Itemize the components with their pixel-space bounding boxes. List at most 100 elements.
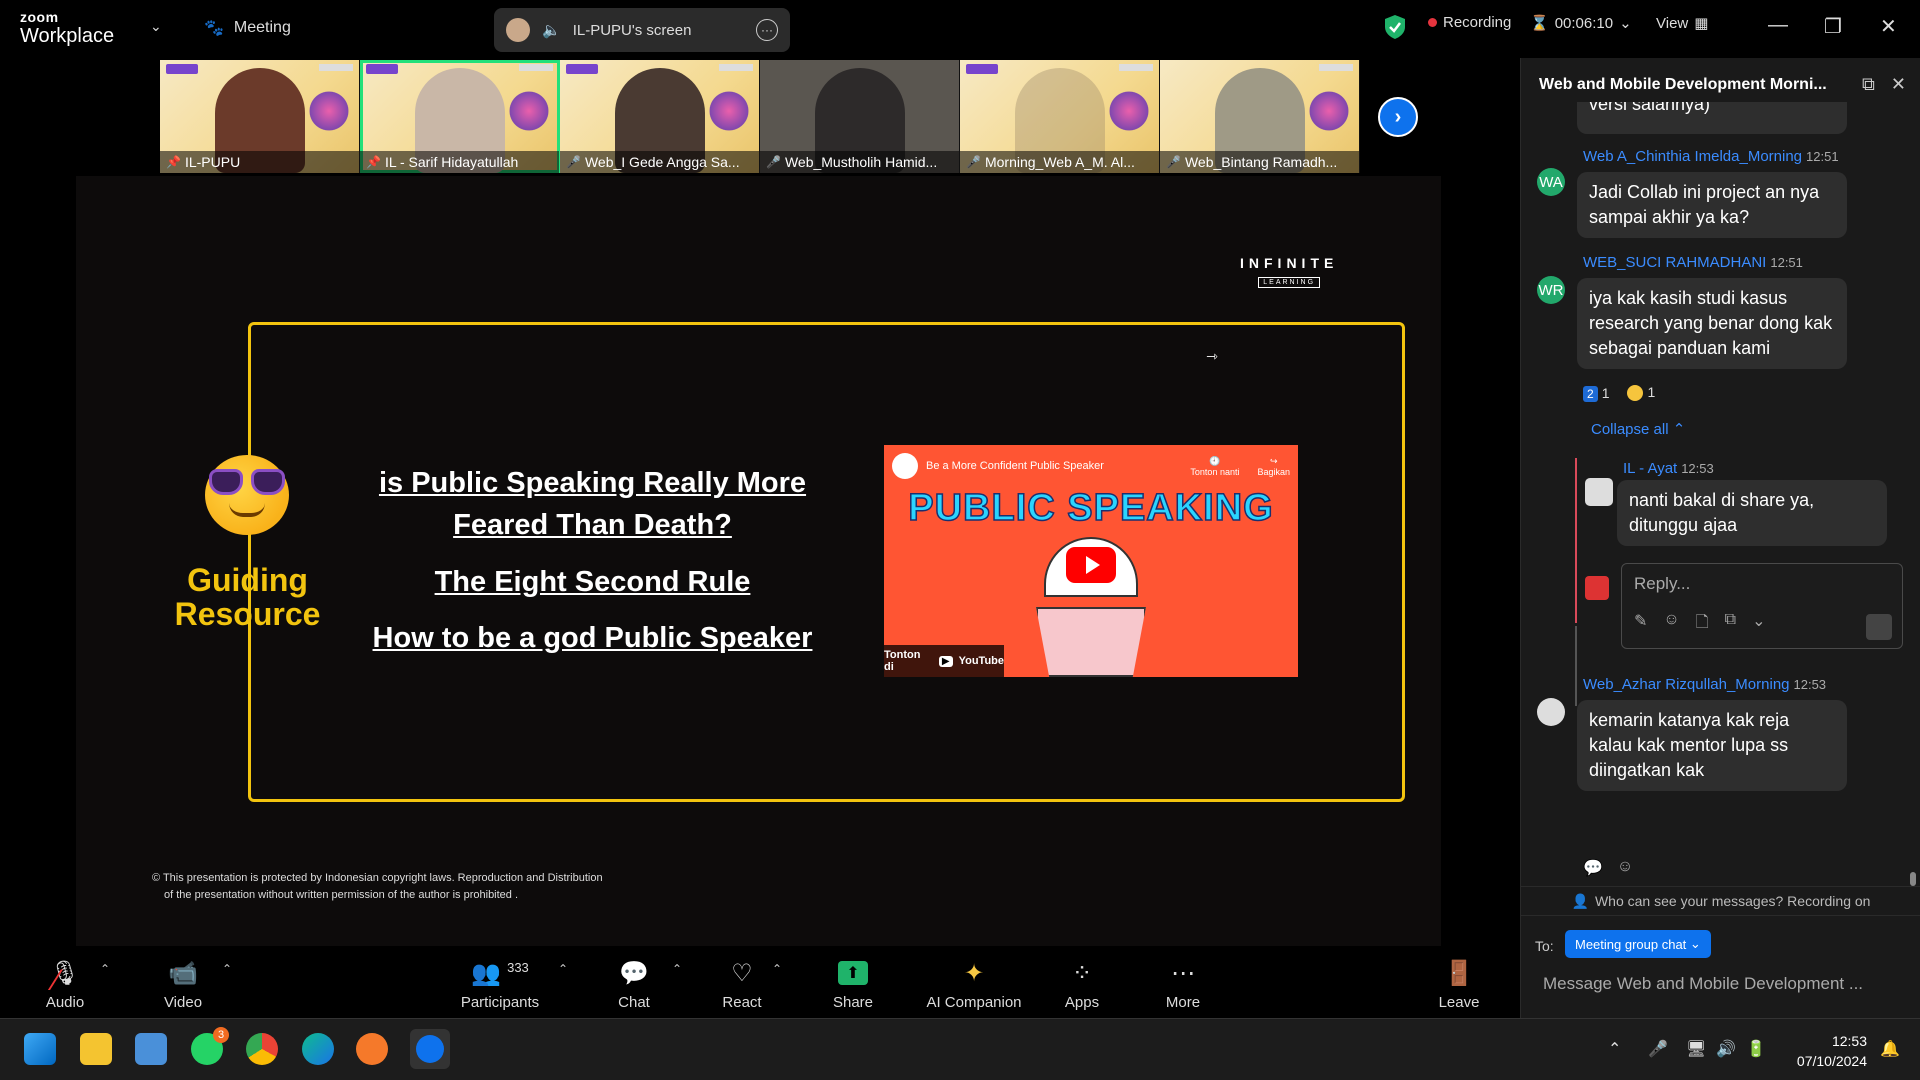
more-options-icon[interactable]: ···	[756, 19, 778, 41]
view-menu[interactable]: View ▦	[1656, 14, 1708, 33]
sender-name[interactable]: IL - Ayat 12:53	[1623, 460, 1714, 477]
slide-link-2[interactable]: The Eight Second Rule	[370, 566, 815, 599]
react-button[interactable]: ♡ React	[720, 956, 764, 1012]
avatar	[1585, 478, 1613, 506]
sunglasses-emoji-icon	[205, 455, 289, 535]
share-video-button[interactable]: ↪ Bagikan	[1257, 456, 1290, 477]
message-input[interactable]: Message Web and Mobile Development ...	[1543, 974, 1903, 994]
chevron-down-icon[interactable]: ⌄	[150, 18, 162, 35]
watch-later-label: Tonton nanti	[1190, 466, 1240, 477]
volume-icon[interactable]: 🔊	[1716, 1039, 1736, 1059]
chevron-down-icon[interactable]: ⌄	[1752, 611, 1765, 638]
meeting-menu[interactable]: 🐾 Meeting	[204, 18, 291, 38]
apps-button[interactable]: ⁘ Apps	[1062, 956, 1102, 1012]
reaction-chip[interactable]: 1	[1627, 384, 1655, 402]
youtube-embed[interactable]: Be a More Confident Public Speaker 🕘 Tont…	[884, 445, 1298, 677]
participants-button[interactable]: 👥 333 Participants	[455, 956, 545, 1012]
name-text: IL - Sarif Hidayatullah	[384, 154, 519, 170]
people-icon: 👥	[471, 959, 502, 987]
chevron-up-icon[interactable]: ⌃	[100, 962, 110, 976]
watch-on-youtube[interactable]: Tonton di ▶ YouTube	[884, 645, 1004, 677]
participant-tile[interactable]: 🎤 Morning_Web A_M. Al...	[960, 60, 1160, 173]
gallery-next-button[interactable]: ›	[1378, 97, 1418, 137]
chat-message-bubble: iya kak kasih studi kasus research yang …	[1577, 278, 1847, 369]
more-button[interactable]: ⋯ More	[1162, 956, 1204, 1012]
format-icon[interactable]: ✎	[1634, 611, 1647, 638]
meeting-toolbar: 🎙 ⁄ Audio ⌃ 📹 Video ⌃ 👥 333 Participants ⌃…	[0, 946, 1520, 1018]
ai-companion-button[interactable]: ✦ AI Companion	[922, 956, 1026, 1012]
cursor-arrow-icon: ⇾	[1206, 348, 1218, 364]
file-explorer-icon[interactable]	[80, 1033, 112, 1065]
recording-indicator[interactable]: Recording	[1428, 14, 1511, 31]
file-icon[interactable]: 🗋	[1696, 611, 1709, 638]
recording-notice[interactable]: 👤 Who can see your messages? Recording o…	[1521, 886, 1920, 916]
sender-name[interactable]: Web A_Chinthia Imelda_Morning 12:51	[1583, 148, 1839, 165]
reply-box[interactable]: Reply... ✎ ☺ 🗋 ⧉ ⌄	[1621, 563, 1903, 649]
photos-app-icon[interactable]	[135, 1033, 167, 1065]
audio-button[interactable]: 🎙 ⁄ Audio	[40, 956, 90, 1012]
blender-icon[interactable]	[356, 1033, 388, 1065]
sender-name[interactable]: Web_Azhar Rizqullah_Morning 12:53	[1583, 676, 1826, 693]
participant-name: 📌 IL - Sarif Hidayatullah	[360, 151, 559, 173]
close-icon[interactable]: ✕	[1891, 74, 1906, 95]
popout-icon[interactable]: ⧉	[1862, 74, 1875, 95]
participant-tile-active-speaker[interactable]: 📌 IL - Sarif Hidayatullah	[360, 60, 560, 173]
screen-share-pill[interactable]: 🔈 IL-PUPU's screen ···	[494, 8, 790, 52]
screenshot-icon[interactable]: ⧉	[1725, 611, 1736, 638]
send-icon[interactable]	[1866, 614, 1892, 640]
zoom-taskbar-button[interactable]	[410, 1029, 450, 1069]
smile-emoji-icon	[1627, 385, 1644, 402]
infinite-learning-logo: INFINITE LEARNING	[1240, 255, 1338, 289]
watch-on-label: Tonton di	[884, 649, 921, 673]
ai-label: AI Companion	[926, 994, 1022, 1011]
reaction-count: 1	[1601, 384, 1610, 401]
minimize-icon[interactable]: —	[1768, 14, 1788, 37]
share-button[interactable]: ⬆ Share	[828, 956, 878, 1011]
network-icon[interactable]: 🖥	[1686, 1039, 1706, 1059]
chat-scrollbar[interactable]	[1910, 116, 1916, 886]
chat-button[interactable]: 💬 Chat	[614, 956, 654, 1012]
avatar	[506, 18, 530, 42]
chat-message-bubble: Jadi Collab ini project an nya sampai ak…	[1577, 172, 1847, 238]
reaction-chip[interactable]: 21	[1583, 384, 1610, 402]
collapse-all-link[interactable]: Collapse all ⌃	[1591, 420, 1685, 438]
play-icon[interactable]	[1066, 547, 1116, 583]
chevron-up-icon[interactable]: ⌃	[222, 962, 232, 976]
restore-icon[interactable]: ❐	[1824, 14, 1842, 39]
brand-subtext: LEARNING	[1258, 277, 1321, 288]
record-dot-icon	[1428, 18, 1437, 27]
system-clock[interactable]: 12:53 07/10/2024	[1797, 1031, 1867, 1071]
chrome-icon[interactable]	[246, 1033, 278, 1065]
sender-name[interactable]: WEB_SUCI RAHMADHANI 12:51	[1583, 254, 1803, 271]
slide-link-1[interactable]: is Public Speaking Really More Feared Th…	[370, 462, 815, 546]
leave-button[interactable]: 🚪 Leave	[1436, 956, 1482, 1012]
video-button[interactable]: 📹 Video	[158, 956, 208, 1012]
chevron-up-icon[interactable]: ⌃	[1608, 1039, 1621, 1059]
participant-tile[interactable]: 🎤 Web_I Gede Angga Sa...	[560, 60, 760, 173]
clock-icon: 🕘	[1209, 455, 1221, 466]
chevron-up-icon[interactable]: ⌃	[772, 962, 782, 976]
notification-bell-icon[interactable]: 🔔	[1880, 1039, 1900, 1059]
watch-later-button[interactable]: 🕘 Tonton nanti	[1190, 456, 1239, 477]
security-shield[interactable]	[1384, 14, 1406, 40]
avatar: WR	[1537, 276, 1565, 304]
participant-gallery: 📌 IL-PUPU 📌 IL - Sarif Hidayatullah 🎤 Web_I…	[160, 60, 1360, 173]
participant-tile[interactable]: 🎤 Web_Bintang Ramadh...	[1160, 60, 1360, 173]
battery-icon[interactable]: 🔋	[1746, 1039, 1766, 1059]
windows-start-icon[interactable]	[24, 1033, 56, 1065]
add-reaction-icon[interactable]: ☺	[1617, 858, 1633, 878]
timer-value: 00:06:10	[1554, 14, 1614, 32]
whatsapp-icon[interactable]: 3	[191, 1027, 229, 1065]
slide-link-3[interactable]: How to be a god Public Speaker	[370, 622, 815, 655]
chevron-up-icon[interactable]: ⌃	[558, 962, 568, 976]
close-icon[interactable]: ✕	[1880, 14, 1897, 39]
recipient-select[interactable]: Meeting group chat ⌄	[1565, 930, 1711, 958]
edge-icon[interactable]	[302, 1033, 334, 1065]
emoji-icon[interactable]: ☺	[1663, 611, 1679, 638]
participant-tile[interactable]: 🎤 Web_Mustholih Hamid...	[760, 60, 960, 173]
chevron-up-icon[interactable]: ⌃	[672, 962, 682, 976]
participant-tile[interactable]: 📌 IL-PUPU	[160, 60, 360, 173]
meeting-timer[interactable]: ⌛ 00:06:10 ⌄	[1530, 14, 1632, 33]
microphone-icon[interactable]: 🎤	[1648, 1039, 1668, 1059]
reply-icon[interactable]: 💬	[1583, 858, 1603, 878]
